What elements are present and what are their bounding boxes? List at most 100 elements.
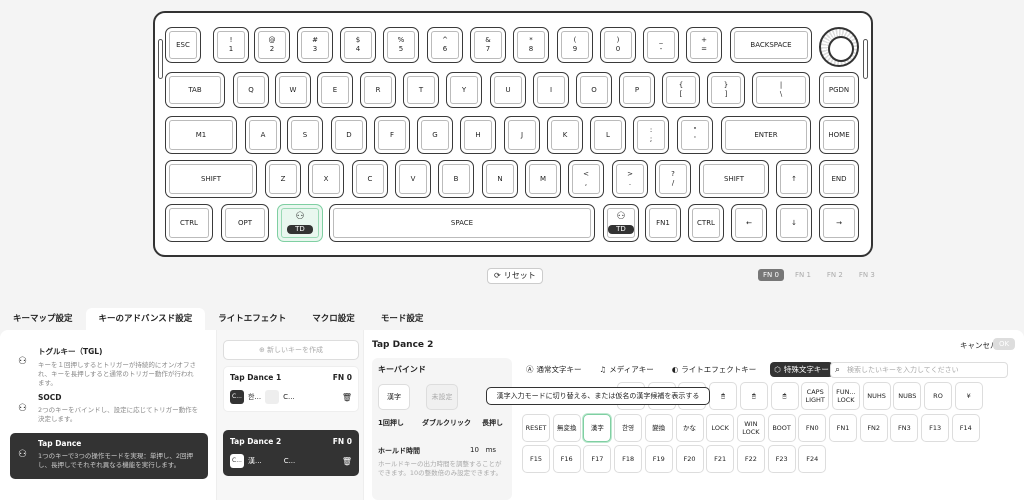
key-1-11[interactable]: {[ [662, 72, 700, 108]
special-key-2-4[interactable]: 變換 [644, 414, 673, 442]
tap-dance-card-1[interactable]: Tap Dance 1 FN 0 C... 한... C... 🗑 [223, 366, 359, 412]
fn-layer-3[interactable]: FN 3 [854, 269, 880, 281]
key-0-9[interactable]: (9 [557, 27, 593, 63]
tab-advanced-keys[interactable]: キーのアドバンスド設定 [85, 308, 206, 330]
key-3-12[interactable]: ↑ [776, 160, 812, 198]
mode-tap-dance[interactable]: ⚇ Tap Dance 1つのキーで3つの操作モードを実現：単押し、2回押し、長… [10, 433, 208, 479]
key-2-7[interactable]: J [504, 116, 540, 154]
tab-macro[interactable]: マクロ設定 [299, 308, 368, 330]
special-key-1-7[interactable]: FUN... LOCK [831, 382, 860, 410]
tab-normal-keys[interactable]: Ⓐ 通常文字キー [522, 362, 586, 377]
key-0-1[interactable]: ! 1 [213, 27, 249, 63]
volume-knob[interactable] [819, 27, 859, 67]
key-1-2[interactable]: W [275, 72, 311, 108]
special-key-1-6[interactable]: CAPS LIGHT [801, 382, 830, 410]
key-2-6[interactable]: H [460, 116, 496, 154]
key-0-12[interactable]: + = [686, 27, 722, 63]
special-key-2-10[interactable]: FN1 [829, 414, 857, 442]
key-2-13[interactable]: HOME [819, 116, 859, 154]
key-2-12[interactable]: ENTER [721, 116, 811, 154]
key-3-4[interactable]: V [395, 160, 431, 198]
key-4-6[interactable]: CTRL [688, 204, 724, 242]
key-search-input[interactable]: 検索したいキーを入力してください [830, 362, 1008, 378]
special-key-2-8[interactable]: BOOT [767, 414, 796, 442]
tap-dance-card-2[interactable]: Tap Dance 2 FN 0 C... 漢... C... 🗑 [223, 430, 359, 476]
key-1-8[interactable]: I [533, 72, 569, 108]
key-1-7[interactable]: U [490, 72, 526, 108]
special-key-3-0[interactable]: F15 [522, 445, 550, 473]
special-key-3-8[interactable]: F23 [767, 445, 796, 473]
special-key-1-5[interactable]: 🖱 [770, 382, 799, 410]
key-0-10[interactable]: ) 0 [600, 27, 636, 63]
key-4-2[interactable]: ⚇ TD [277, 204, 323, 242]
key-0-6[interactable]: ^ 6 [427, 27, 463, 63]
tab-light-keys[interactable]: ◐ ライトエフェクトキー [668, 362, 761, 377]
key-2-8[interactable]: K [547, 116, 583, 154]
special-key-2-1[interactable]: 無変換 [552, 414, 581, 442]
key-3-7[interactable]: M [525, 160, 561, 198]
key-2-3[interactable]: D [331, 116, 367, 154]
special-key-2-9[interactable]: FN0 [798, 414, 827, 442]
key-0-4[interactable]: $4 [340, 27, 376, 63]
key-3-13[interactable]: END [819, 160, 859, 198]
special-key-3-4[interactable]: F19 [644, 445, 673, 473]
mode-socd[interactable]: ⚇ SOCD 2つのキーをバインドし、設定に応じてトリガー動作を決定します。 [10, 387, 208, 433]
special-key-2-11[interactable]: FN2 [859, 414, 888, 442]
special-key-3-2[interactable]: F17 [583, 445, 612, 473]
key-3-5[interactable]: B [438, 160, 474, 198]
key-0-0[interactable]: ESC [165, 27, 201, 63]
fn-layer-2[interactable]: FN 2 [822, 269, 848, 281]
special-key-1-10[interactable]: RO [924, 382, 952, 410]
key-0-3[interactable]: #3 [297, 27, 333, 63]
tab-mode[interactable]: モード設定 [368, 308, 437, 330]
key-3-10[interactable]: ? / [655, 160, 691, 198]
special-key-2-14[interactable]: F14 [951, 414, 980, 442]
key-4-7[interactable]: ← [731, 204, 767, 242]
key-0-5[interactable]: % 5 [383, 27, 419, 63]
key-1-12[interactable]: }] [707, 72, 745, 108]
key-1-9[interactable]: O [576, 72, 612, 108]
slot-double-click[interactable]: 未設定 [426, 384, 458, 410]
special-key-3-5[interactable]: F20 [675, 445, 704, 473]
hold-time-value[interactable]: 10 ms [470, 446, 496, 454]
key-3-1[interactable]: Z [265, 160, 301, 198]
ok-button[interactable]: OK [993, 338, 1016, 350]
special-key-1-11[interactable]: ¥ [954, 382, 983, 410]
key-2-1[interactable]: A [245, 116, 281, 154]
key-3-9[interactable]: >. [612, 160, 648, 198]
key-2-4[interactable]: F [374, 116, 410, 154]
special-key-3-7[interactable]: F22 [736, 445, 765, 473]
special-key-2-7[interactable]: WIN LOCK [736, 414, 765, 442]
trash-icon[interactable]: 🗑 [342, 393, 352, 402]
special-key-1-9[interactable]: NUBS [893, 382, 922, 410]
tab-media-keys[interactable]: ♫ メディアキー [596, 362, 658, 377]
special-key-3-3[interactable]: F18 [614, 445, 643, 473]
key-0-13[interactable]: BACKSPACE [730, 27, 812, 63]
tab-keymap[interactable]: キーマップ設定 [0, 308, 86, 330]
key-0-2[interactable]: @2 [254, 27, 290, 63]
fn-layer-1[interactable]: FN 1 [790, 269, 816, 281]
key-3-8[interactable]: <, [568, 160, 604, 198]
key-1-13[interactable]: | \ [752, 72, 810, 108]
key-0-7[interactable]: & 7 [470, 27, 506, 63]
key-3-11[interactable]: SHIFT [699, 160, 769, 198]
key-2-5[interactable]: G [417, 116, 453, 154]
trash-icon[interactable]: 🗑 [342, 457, 352, 466]
special-key-1-3[interactable]: 🖱 [709, 382, 738, 410]
key-4-5[interactable]: FN1 [645, 204, 681, 242]
special-key-3-9[interactable]: F24 [798, 445, 827, 473]
key-2-10[interactable]: :; [633, 116, 669, 154]
key-1-0[interactable]: TAB [165, 72, 225, 108]
key-0-8[interactable]: * 8 [513, 27, 549, 63]
special-key-2-5[interactable]: かな [675, 414, 704, 442]
key-4-8[interactable]: ↓ [776, 204, 812, 242]
key-1-3[interactable]: E [317, 72, 353, 108]
cancel-button[interactable]: キャンセル [960, 340, 998, 351]
special-key-2-6[interactable]: LOCK [706, 414, 735, 442]
tab-light-effect[interactable]: ライトエフェクト [205, 308, 299, 330]
key-2-0[interactable]: M1 [165, 116, 237, 154]
key-2-2[interactable]: S [287, 116, 323, 154]
create-key-button[interactable]: ⊕ 新しいキーを作成 [223, 340, 359, 360]
key-3-6[interactable]: N [482, 160, 518, 198]
key-4-1[interactable]: OPT [221, 204, 269, 242]
